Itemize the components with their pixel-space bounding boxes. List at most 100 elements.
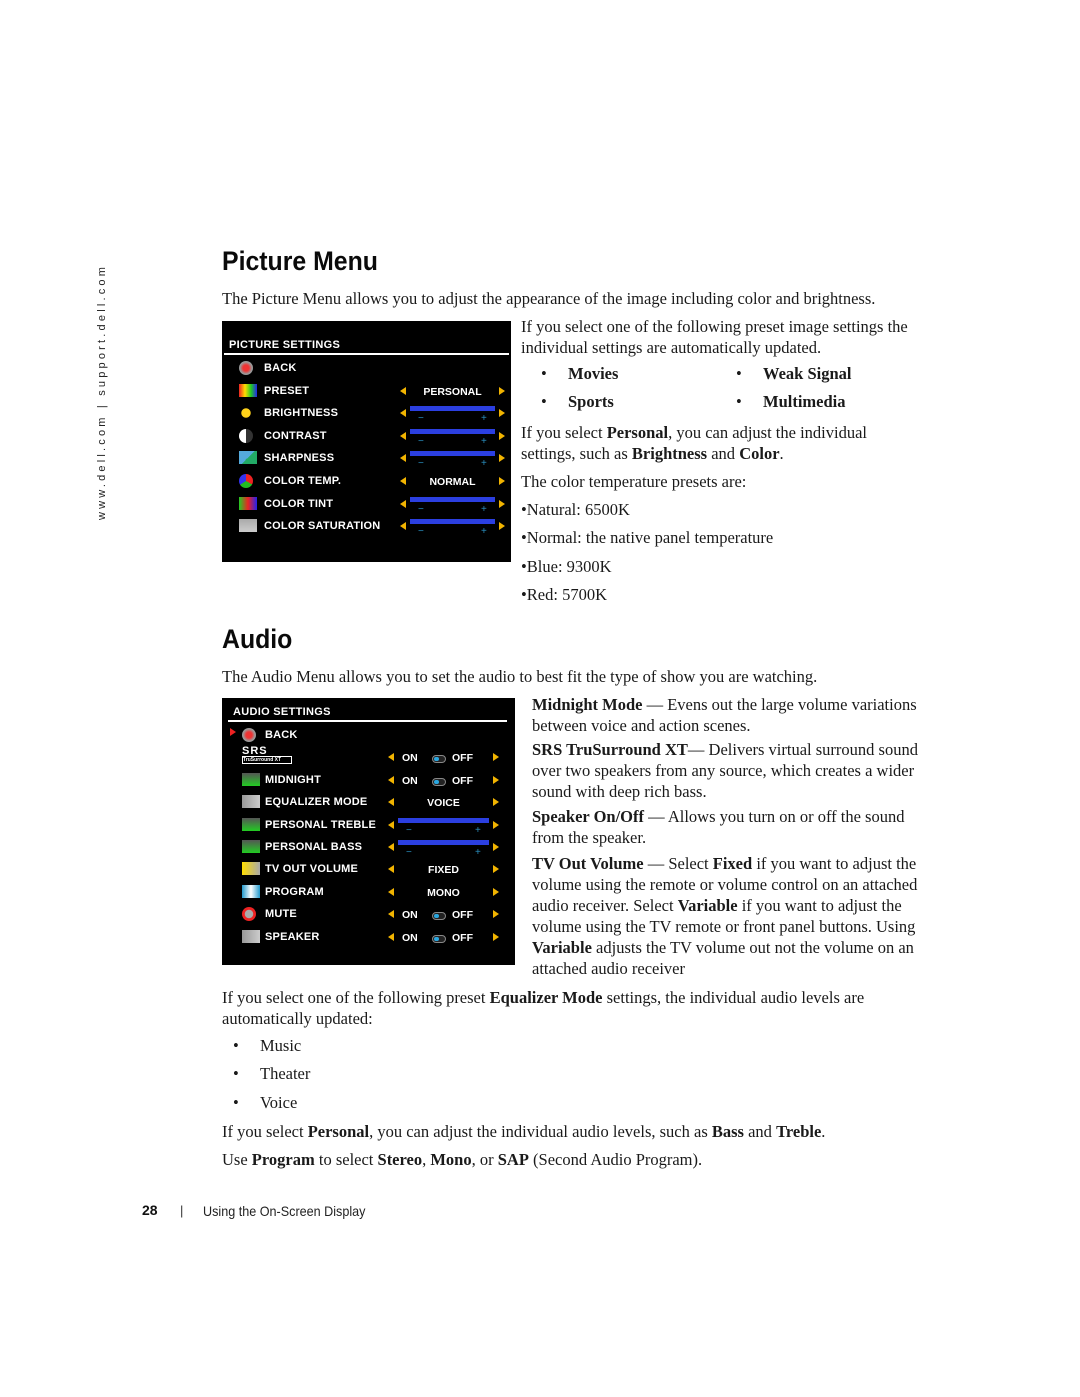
osd-row-back[interactable]: BACK — [222, 726, 515, 746]
toggle-off-label[interactable]: OFF — [452, 909, 473, 921]
preset-option: Movies — [568, 364, 619, 383]
speaker-icon — [242, 795, 260, 809]
right-arrow-icon[interactable] — [493, 887, 499, 896]
right-arrow-icon[interactable] — [493, 753, 499, 762]
midnight-icon — [242, 772, 260, 786]
osd-row-equalizer-mode[interactable]: EQUALIZER MODE VOICE — [222, 793, 515, 813]
osd-row-label: PERSONAL BASS — [265, 841, 363, 853]
osd-row-srs[interactable]: SRS TruSurround XT ON OFF — [222, 745, 515, 768]
toggle-on-label[interactable]: ON — [402, 775, 418, 787]
osd-row-tv-out-volume[interactable]: TV OUT VOLUME FIXED — [222, 860, 515, 880]
slider-minus-label: − — [406, 824, 412, 836]
right-arrow-icon[interactable] — [499, 499, 505, 508]
osd-row-label: EQUALIZER MODE — [265, 796, 368, 809]
left-arrow-icon[interactable] — [388, 843, 394, 851]
slider-plus-label: + — [481, 526, 487, 538]
osd-row-label: COLOR TEMP. — [264, 475, 342, 487]
left-arrow-icon[interactable] — [388, 887, 394, 896]
osd-row-brightness[interactable]: BRIGHTNESS − + — [222, 404, 511, 424]
osd-row-back[interactable]: BACK — [222, 359, 511, 379]
slider-bar[interactable] — [398, 840, 489, 845]
toggle-on-label[interactable]: ON — [402, 909, 418, 921]
right-arrow-icon[interactable] — [493, 775, 499, 784]
toggle-switch[interactable] — [432, 912, 446, 921]
right-arrow-icon[interactable] — [499, 454, 505, 463]
left-arrow-icon[interactable] — [400, 386, 406, 395]
toggle-off-label[interactable]: OFF — [452, 752, 473, 764]
slider-bar[interactable] — [410, 428, 495, 434]
left-arrow-icon[interactable] — [388, 820, 394, 829]
left-arrow-icon[interactable] — [400, 499, 406, 508]
right-arrow-icon[interactable] — [493, 820, 499, 829]
slider-plus-label: + — [481, 435, 487, 447]
osd-row-contrast[interactable]: CONTRAST − + — [222, 427, 511, 447]
equalizer-mode-option: Theater — [260, 1064, 311, 1084]
osd-row-personal-treble[interactable]: PERSONAL TREBLE − + — [222, 816, 515, 836]
osd-row-value[interactable]: FIXED — [398, 864, 489, 876]
back-icon — [242, 728, 256, 742]
right-arrow-icon[interactable] — [499, 409, 505, 418]
slider-bar[interactable] — [410, 519, 495, 525]
right-arrow-icon[interactable] — [499, 431, 505, 440]
toggle-switch[interactable] — [432, 934, 446, 943]
brightness-icon — [239, 406, 253, 421]
right-arrow-icon[interactable] — [493, 932, 499, 941]
osd-row-value[interactable]: PERSONAL — [410, 386, 495, 398]
left-arrow-icon[interactable] — [400, 522, 406, 531]
right-arrow-icon[interactable] — [493, 843, 499, 851]
left-arrow-icon[interactable] — [400, 409, 406, 418]
slider-bar[interactable] — [410, 451, 495, 457]
left-arrow-icon[interactable] — [388, 910, 394, 919]
slider-bar[interactable] — [398, 817, 489, 823]
slider-bar[interactable] — [410, 406, 495, 412]
osd-row-value[interactable]: NORMAL — [410, 476, 495, 488]
bullet-icon: • — [736, 392, 742, 411]
osd-row-color-tint[interactable]: COLOR TINT − + — [222, 495, 511, 515]
right-arrow-icon[interactable] — [493, 865, 499, 874]
left-arrow-icon[interactable] — [388, 753, 394, 762]
left-arrow-icon[interactable] — [388, 798, 394, 807]
bullet-icon: • — [541, 392, 547, 411]
srs-logo-text: SRS — [242, 745, 268, 758]
osd-row-program[interactable]: PROGRAM MONO — [222, 883, 515, 903]
toggle-switch[interactable] — [432, 755, 446, 764]
left-arrow-icon[interactable] — [388, 865, 394, 874]
osd-row-color-temp-[interactable]: COLOR TEMP. NORMAL — [222, 472, 511, 492]
right-arrow-icon[interactable] — [499, 477, 505, 485]
color-temp-preset: •Blue: 9300K — [521, 556, 612, 576]
left-arrow-icon[interactable] — [388, 775, 394, 784]
toggle-off-label[interactable]: OFF — [452, 775, 473, 787]
color-saturation-icon — [239, 519, 257, 533]
osd-row-personal-bass[interactable]: PERSONAL BASS − + — [222, 838, 515, 858]
right-arrow-icon[interactable] — [493, 910, 499, 919]
left-arrow-icon[interactable] — [400, 454, 406, 463]
osd-row-speaker[interactable]: SPEAKER ON OFF — [222, 928, 515, 948]
osd-row-color-saturation[interactable]: COLOR SATURATION − + — [222, 517, 511, 537]
color-temp-intro: The color temperature presets are: — [521, 472, 747, 491]
slider-plus-label: + — [481, 413, 487, 425]
left-arrow-icon[interactable] — [388, 932, 394, 941]
osd-row-label: SHARPNESS — [264, 452, 335, 465]
right-arrow-icon[interactable] — [499, 386, 505, 395]
osd-row-mute[interactable]: MUTE ON OFF — [222, 905, 515, 925]
left-arrow-icon[interactable] — [400, 431, 406, 440]
osd-row-midnight[interactable]: MIDNIGHT ON OFF — [222, 771, 515, 791]
toggle-switch[interactable] — [432, 777, 446, 786]
osd-row-sharpness[interactable]: SHARPNESS − + — [222, 449, 511, 469]
left-arrow-icon[interactable] — [400, 477, 406, 485]
right-arrow-icon[interactable] — [499, 522, 505, 531]
toggle-on-label[interactable]: ON — [402, 932, 418, 944]
osd-row-label: PROGRAM — [265, 885, 324, 898]
audio-option-description: Midnight Mode — Evens out the large volu… — [532, 695, 917, 735]
equalizer-mode-option: Music — [260, 1036, 302, 1055]
slider-minus-label: − — [418, 458, 424, 470]
sharpness-icon — [239, 451, 257, 465]
osd-row-preset[interactable]: PRESET PERSONAL — [222, 382, 511, 402]
osd-row-label: COLOR SATURATION — [264, 520, 381, 533]
right-arrow-icon[interactable] — [493, 798, 499, 807]
osd-row-value[interactable]: MONO — [398, 887, 489, 899]
toggle-on-label[interactable]: ON — [402, 752, 418, 764]
toggle-off-label[interactable]: OFF — [452, 932, 473, 944]
slider-bar[interactable] — [410, 496, 495, 502]
osd-row-value[interactable]: VOICE — [398, 797, 489, 809]
